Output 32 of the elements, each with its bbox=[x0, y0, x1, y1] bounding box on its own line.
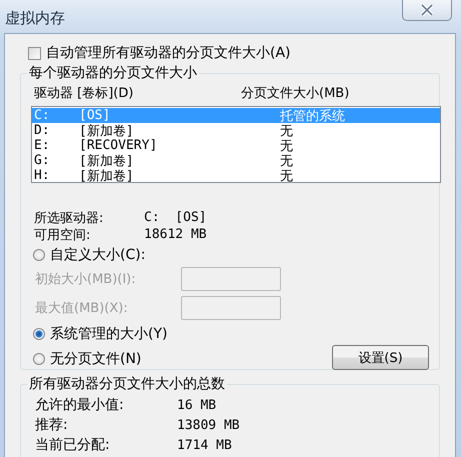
info-label: 所选驱动器: bbox=[33, 210, 104, 226]
radio-label: 无分页文件(N) bbox=[50, 350, 142, 368]
checkbox-label: 自动管理所有驱动器的分页文件大小(A) bbox=[46, 44, 291, 62]
total-value: 16 MB bbox=[177, 398, 216, 412]
total-label: 推荐: bbox=[35, 416, 69, 434]
total-label: 当前已分配: bbox=[35, 436, 111, 454]
total-value: 1714 MB bbox=[177, 438, 232, 452]
radio-button[interactable] bbox=[33, 353, 45, 365]
radio-label: 自定义大小(C): bbox=[50, 246, 146, 264]
group-title: 每个驱动器的分页文件大小 bbox=[27, 64, 199, 82]
list-row[interactable]: E: [RECOVERY] 无 bbox=[32, 138, 440, 153]
checkbox[interactable] bbox=[28, 46, 41, 60]
close-button[interactable] bbox=[402, 0, 452, 21]
list-row[interactable]: D: [新加卷] 无 bbox=[32, 123, 440, 138]
column-header: 驱动器 [卷标](D) bbox=[34, 84, 134, 102]
set-button[interactable]: 设置(S) bbox=[332, 345, 429, 370]
total-label: 允许的最小值: bbox=[35, 396, 125, 414]
close-icon bbox=[420, 4, 434, 16]
column-header: 分页文件大小(MB) bbox=[241, 84, 350, 102]
total-value: 13809 MB bbox=[177, 418, 240, 432]
field-label: 初始大小(MB)(I): bbox=[34, 270, 137, 288]
list-row[interactable]: G: [新加卷] 无 bbox=[32, 153, 440, 168]
radio-button[interactable] bbox=[33, 328, 45, 340]
info-value: C: [OS] bbox=[144, 210, 207, 225]
window-title: 虚拟内存 bbox=[5, 9, 65, 28]
group-title: 所有驱动器分页文件大小的总数 bbox=[27, 375, 227, 393]
info-label: 可用空间: bbox=[33, 226, 92, 244]
info-value: 18612 MB bbox=[144, 227, 207, 242]
radio-label: 系统管理的大小(Y) bbox=[50, 325, 168, 343]
field-label: 最大值(MB)(X): bbox=[34, 300, 129, 316]
radio-button[interactable] bbox=[33, 249, 45, 261]
list-row[interactable]: H: [新加卷] 无 bbox=[32, 168, 440, 183]
